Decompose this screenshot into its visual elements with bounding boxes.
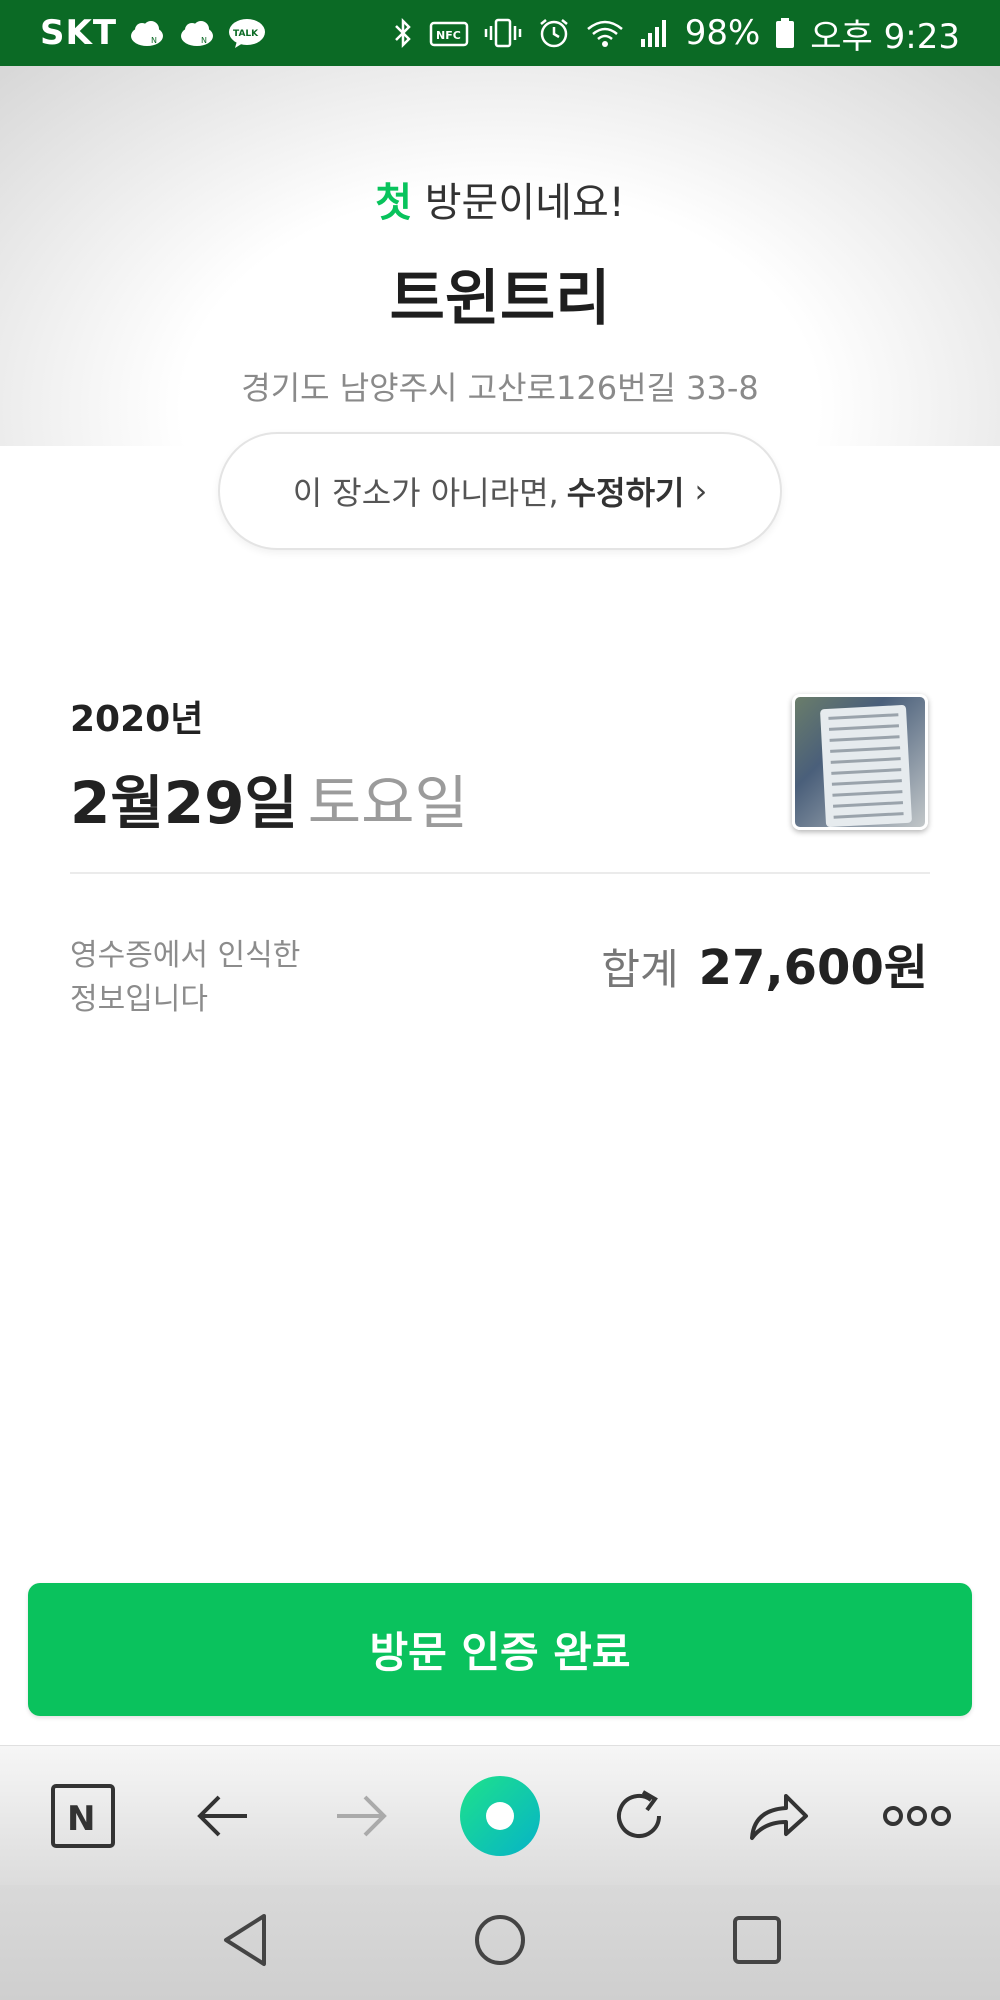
svg-text:NFC: NFC — [436, 29, 461, 42]
visit-month-day: 2월29일 — [70, 769, 298, 837]
visit-date: 2020년 2월29일 토요일 — [70, 690, 468, 840]
svg-text:N: N — [67, 1799, 95, 1839]
edit-place-prompt: 이 장소가 아니라면, — [292, 474, 559, 512]
kakaotalk-icon: TALK — [229, 19, 266, 48]
chevron-right-icon: › — [694, 472, 708, 510]
visit-weekday: 토요일 — [307, 769, 468, 837]
place-address: 경기도 남양주시 고산로126번길 33-8 — [241, 369, 759, 407]
receipt-thumbnail[interactable] — [792, 694, 928, 830]
system-nav-bar — [0, 1885, 1000, 2000]
signal-icon — [640, 20, 666, 47]
visit-header: 첫 방문이네요! 트윈트리 경기도 남양주시 고산로126번길 33-8 — [0, 170, 1000, 409]
clock: 오후 9:23 — [810, 16, 960, 57]
vibrate-icon — [484, 18, 521, 48]
back-arrow-icon[interactable] — [178, 1776, 268, 1856]
nav-recents-icon[interactable] — [722, 1905, 792, 1975]
status-bar: SKT N N TALK NFC 98% 오후 9:23 — [0, 0, 1000, 66]
ocr-note: 영수증에서 인식한 정보입니다 — [70, 934, 300, 1022]
nav-back-icon[interactable] — [210, 1905, 280, 1975]
more-icon[interactable] — [872, 1776, 962, 1856]
naver-cloud-icon: N — [131, 21, 164, 46]
wifi-icon — [586, 20, 623, 47]
ocr-note-line: 영수증에서 인식한 — [70, 938, 301, 973]
receipt-total: 합계 27,600원 — [601, 928, 928, 998]
first-visit-accent: 첫 — [375, 180, 413, 226]
forward-arrow-icon[interactable] — [316, 1776, 406, 1856]
divider — [70, 872, 930, 874]
total-amount: 27,600원 — [698, 940, 928, 996]
ocr-note-line: 정보입니다 — [70, 982, 208, 1017]
refresh-icon[interactable] — [594, 1776, 684, 1856]
svg-text:N: N — [151, 36, 157, 45]
svg-text:TALK: TALK — [233, 29, 259, 39]
status-right: NFC 98% 오후 9:23 — [391, 9, 960, 58]
edit-place-action: 수정하기 — [566, 474, 685, 512]
share-icon[interactable] — [733, 1776, 823, 1856]
nav-home-icon[interactable] — [465, 1905, 535, 1975]
total-label: 합계 — [601, 945, 679, 994]
visit-year: 2020년 — [70, 699, 204, 740]
alarm-icon — [539, 19, 568, 48]
carrier-label: SKT — [40, 13, 118, 53]
edit-place-button[interactable]: 이 장소가 아니라면, 수정하기 › — [218, 432, 782, 550]
receipt-paper-image — [819, 704, 913, 827]
first-visit-message: 첫 방문이네요! — [0, 170, 1000, 228]
confirm-visit-label: 방문 인증 완료 — [369, 1628, 631, 1677]
first-visit-text: 방문이네요! — [412, 180, 625, 226]
nfc-icon: NFC — [429, 21, 468, 47]
battery-icon — [776, 18, 795, 48]
naver-cloud-icon: N — [181, 21, 214, 46]
confirm-visit-button[interactable]: 방문 인증 완료 — [28, 1583, 972, 1716]
green-dot-icon[interactable] — [455, 1776, 545, 1856]
svg-text:N: N — [201, 36, 207, 45]
naver-home-icon[interactable]: N — [38, 1776, 128, 1856]
visit-day: 2월29일 토요일 — [70, 756, 468, 840]
battery-percent: 98% — [684, 13, 761, 53]
status-left: SKT N N TALK — [40, 13, 267, 53]
browser-toolbar: N — [0, 1745, 1000, 1885]
bluetooth-icon — [394, 17, 411, 49]
place-name: 트윈트리 — [389, 264, 611, 334]
